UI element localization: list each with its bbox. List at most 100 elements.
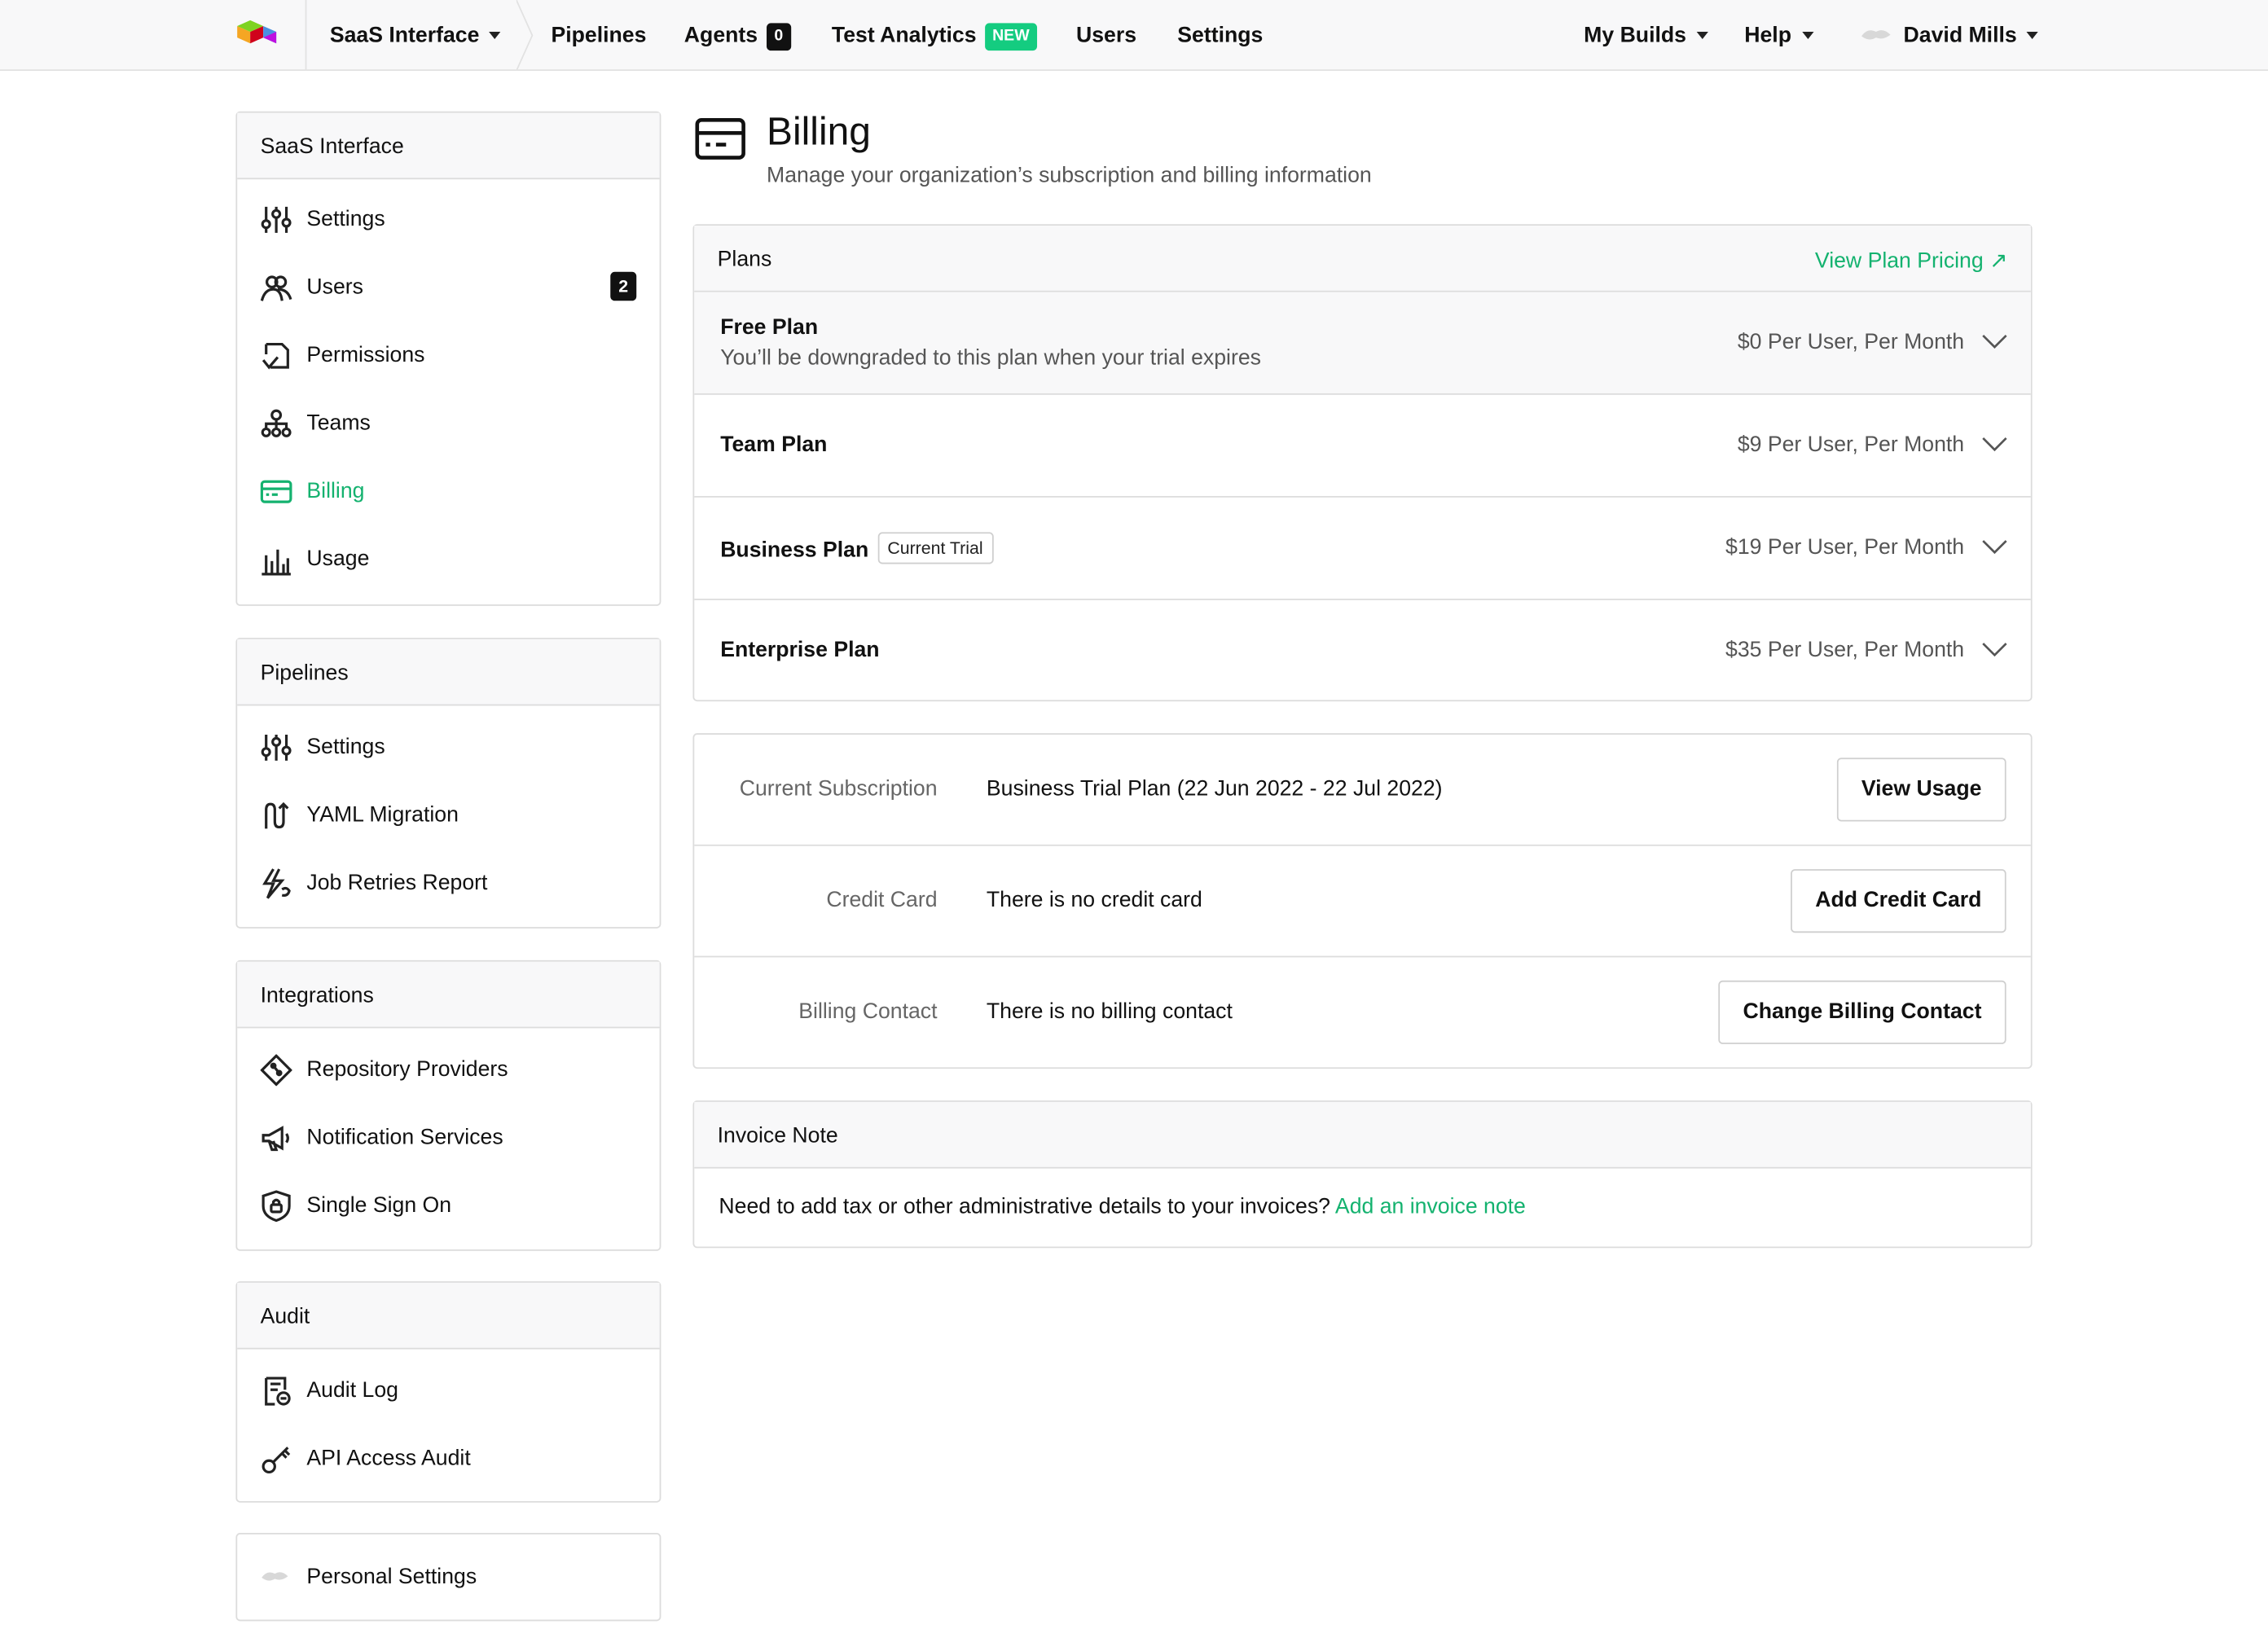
billing-contact-row: Billing Contact There is no billing cont… bbox=[694, 957, 2031, 1069]
caret-down-icon bbox=[489, 31, 502, 39]
users-count-badge: 2 bbox=[610, 271, 637, 301]
sidebar-item-yaml-migration[interactable]: YAML Migration bbox=[237, 781, 659, 849]
sidebar-item-users[interactable]: Users 2 bbox=[237, 253, 659, 321]
plan-description: You’ll be downgraded to this plan when y… bbox=[720, 345, 1261, 371]
subscription-row: Current Subscription Business Trial Plan… bbox=[694, 735, 2031, 846]
key-icon bbox=[262, 1447, 291, 1474]
buildkite-logo-icon[interactable] bbox=[235, 17, 284, 52]
page-subtitle: Manage your organization’s subscription … bbox=[767, 163, 1372, 188]
user-avatar-icon bbox=[1861, 30, 1891, 40]
permissions-icon bbox=[262, 342, 289, 370]
avatar-icon bbox=[262, 1572, 288, 1581]
sidebar-item-label: Notification Services bbox=[306, 1125, 503, 1150]
sliders-icon bbox=[261, 206, 292, 233]
plan-price: $35 Per User, Per Month bbox=[1725, 637, 1965, 663]
megaphone-icon bbox=[262, 1126, 289, 1152]
billing-contact-label: Billing Contact bbox=[798, 999, 938, 1025]
plan-row-business[interactable]: Business Plan Current Trial $19 Per User,… bbox=[694, 498, 2031, 600]
invoice-note-card: Invoice Note Need to add tax or other ad… bbox=[692, 1100, 2033, 1249]
sidebar-item-label: Users bbox=[306, 274, 363, 300]
sidebar-section-title: Integrations bbox=[237, 961, 660, 1029]
sidebar-item-label: Audit Log bbox=[306, 1378, 398, 1403]
chevron-down-icon bbox=[1982, 540, 2007, 555]
subscription-value: Business Trial Plan (22 Jun 2022 - 22 Ju… bbox=[986, 776, 1443, 801]
current-trial-tag: Current Trial bbox=[877, 532, 994, 564]
sidebar-item-settings[interactable]: Settings bbox=[237, 185, 659, 252]
plan-row-enterprise[interactable]: Enterprise Plan $35 Per User, Per Month bbox=[694, 600, 2031, 703]
user-menu[interactable]: David Mills bbox=[1860, 23, 2039, 48]
sidebar-org-section: SaaS Interface Settings Users 2 Permissi… bbox=[235, 111, 662, 606]
help-menu[interactable]: Help bbox=[1744, 23, 1813, 48]
git-icon bbox=[260, 1054, 292, 1087]
plan-name: Enterprise Plan bbox=[720, 637, 880, 663]
plan-price: $0 Per User, Per Month bbox=[1737, 329, 1965, 354]
view-usage-button[interactable]: View Usage bbox=[1836, 757, 2006, 822]
credit-card-label: Credit Card bbox=[826, 888, 938, 913]
my-builds-menu[interactable]: My Builds bbox=[1584, 23, 1708, 48]
plan-name: Business Plan bbox=[720, 538, 869, 563]
credit-card-value: There is no credit card bbox=[986, 888, 1202, 913]
plan-name: Free Plan bbox=[720, 315, 819, 340]
page-title: Billing bbox=[767, 109, 871, 154]
sidebar-item-notification-services[interactable]: Notification Services bbox=[237, 1104, 659, 1171]
sidebar-item-permissions[interactable]: Permissions bbox=[237, 321, 659, 389]
sidebar-item-billing[interactable]: Billing bbox=[237, 457, 659, 525]
sidebar-item-label: Teams bbox=[306, 411, 371, 436]
billing-contact-value: There is no billing contact bbox=[986, 999, 1233, 1025]
chevron-down-icon bbox=[1982, 334, 2007, 349]
org-switcher[interactable]: SaaS Interface bbox=[305, 0, 534, 71]
billing-icon bbox=[695, 118, 745, 160]
plan-row-free[interactable]: Free Plan You’ll be downgraded to this p… bbox=[694, 292, 2031, 395]
caret-down-icon bbox=[1696, 31, 1708, 39]
sidebar-item-personal-settings[interactable]: Personal Settings bbox=[237, 1535, 659, 1620]
nav-test-analytics[interactable]: Test Analytics NEW bbox=[832, 23, 1037, 52]
subscription-label: Current Subscription bbox=[739, 776, 938, 801]
nav-agents[interactable]: Agents 0 bbox=[684, 23, 791, 52]
sidebar-item-repository-providers[interactable]: Repository Providers bbox=[237, 1035, 659, 1103]
sidebar-item-label: Personal Settings bbox=[306, 1565, 477, 1590]
sidebar-item-api-access-audit[interactable]: API Access Audit bbox=[237, 1425, 659, 1492]
nav-users[interactable]: Users bbox=[1076, 23, 1136, 47]
chevron-down-icon bbox=[1982, 643, 2007, 657]
my-builds-label: My Builds bbox=[1584, 23, 1686, 48]
billing-icon bbox=[260, 480, 292, 503]
retry-icon bbox=[262, 868, 291, 899]
sidebar-section-title: Pipelines bbox=[237, 639, 660, 706]
plans-card: Plans View Plan Pricing ↗ Free Plan You’… bbox=[692, 224, 2033, 703]
sidebar-pipelines-section: Pipelines Settings YAML Migration Job Re… bbox=[235, 637, 662, 929]
sidebar-item-label: Settings bbox=[306, 734, 385, 760]
add-credit-card-button[interactable]: Add Credit Card bbox=[1791, 869, 2006, 933]
sidebar-personal-section: Personal Settings bbox=[235, 1533, 662, 1622]
plan-name: Team Plan bbox=[720, 432, 828, 458]
sidebar-item-label: Job Retries Report bbox=[306, 870, 488, 896]
sidebar-item-single-sign-on[interactable]: Single Sign On bbox=[237, 1171, 659, 1239]
breadcrumb-separator-icon bbox=[516, 0, 534, 71]
sidebar-item-job-retries[interactable]: Job Retries Report bbox=[237, 849, 659, 916]
add-invoice-note-link[interactable]: Add an invoice note bbox=[1335, 1195, 1526, 1219]
sidebar-item-label: API Access Audit bbox=[306, 1446, 471, 1471]
plans-title: Plans bbox=[717, 247, 772, 272]
nav-pipelines[interactable]: Pipelines bbox=[551, 23, 646, 47]
sidebar-item-label: Billing bbox=[306, 478, 365, 503]
users-icon bbox=[260, 275, 292, 301]
migration-icon bbox=[265, 801, 289, 829]
sidebar-integrations-section: Integrations Repository Providers Notifi… bbox=[235, 959, 662, 1251]
shield-lock-icon bbox=[262, 1190, 291, 1223]
credit-card-row: Credit Card There is no credit card Add … bbox=[694, 846, 2031, 958]
sidebar-item-pipeline-settings[interactable]: Settings bbox=[237, 713, 659, 780]
plan-row-team[interactable]: Team Plan $9 Per User, Per Month bbox=[694, 395, 2031, 498]
sidebar-item-usage[interactable]: Usage bbox=[237, 525, 659, 593]
agents-count-badge: 0 bbox=[766, 23, 791, 51]
view-plan-pricing-link[interactable]: View Plan Pricing ↗ bbox=[1815, 248, 2007, 273]
audit-log-icon bbox=[265, 1377, 291, 1406]
sidebar-item-label: Usage bbox=[306, 547, 370, 572]
nav-settings[interactable]: Settings bbox=[1177, 23, 1263, 47]
caret-down-icon bbox=[2027, 31, 2039, 39]
sidebar-item-audit-log[interactable]: Audit Log bbox=[237, 1356, 659, 1424]
teams-icon bbox=[261, 409, 292, 437]
plan-price: $9 Per User, Per Month bbox=[1737, 432, 1965, 458]
sidebar-item-label: YAML Migration bbox=[306, 802, 459, 828]
change-billing-contact-button[interactable]: Change Billing Contact bbox=[1718, 980, 2006, 1044]
sidebar-item-teams[interactable]: Teams bbox=[237, 389, 659, 457]
nav-agents-label: Agents bbox=[683, 23, 758, 48]
